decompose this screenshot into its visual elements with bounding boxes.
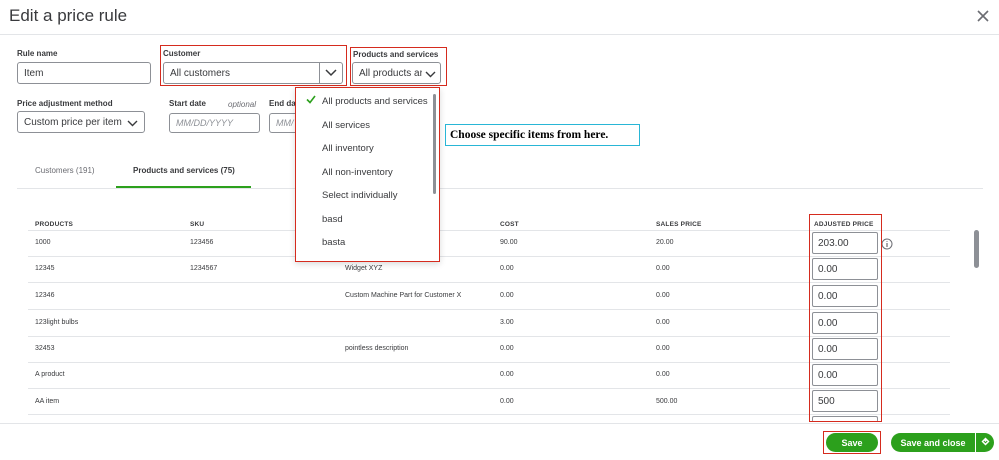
cell-product: 123light bulbs (35, 319, 79, 326)
table-scrollbar[interactable] (974, 230, 979, 268)
end-date-label: End da (269, 99, 296, 108)
checkmark-icon (306, 95, 316, 107)
cell-product: 1000 (35, 239, 51, 246)
products-select[interactable]: All products ar (352, 62, 441, 84)
customer-label: Customer (163, 49, 201, 58)
info-icon[interactable] (881, 237, 893, 250)
cell-product: 12345 (35, 265, 55, 272)
cell-sales-price: 0.00 (656, 292, 670, 299)
customer-value: All customers (170, 67, 231, 79)
annotation-callout: Choose specific items from here. (445, 124, 640, 146)
cell-cost: 0.00 (500, 371, 514, 378)
cell-cost: 90.00 (500, 239, 518, 246)
cell-sales-price: 500.00 (656, 398, 678, 405)
menu-item-basd[interactable]: basd (322, 214, 343, 225)
header-divider (0, 34, 999, 35)
tab-customers[interactable]: Customers (191) (35, 166, 95, 175)
col-header-sku: SKU (190, 221, 205, 228)
cell-sales-price: 0.00 (656, 265, 670, 272)
rule-name-value: Item (24, 67, 44, 79)
menu-item-all-non-inventory[interactable]: All non-inventory (322, 167, 393, 178)
menu-item-basta[interactable]: basta (322, 237, 345, 248)
start-date-optional: optional (228, 100, 257, 109)
menu-item-all-products-services[interactable]: All products and services (322, 96, 428, 107)
chevron-down-icon (127, 119, 138, 130)
save-button[interactable]: Save (826, 433, 878, 452)
adjusted-price-highlight (809, 214, 882, 422)
save-and-close-button[interactable]: Save and close (891, 433, 975, 452)
products-dropdown-menu: All products and services All services A… (295, 87, 440, 262)
cell-sales-price: 0.00 (656, 319, 670, 326)
save-options-button[interactable] (976, 433, 994, 452)
cell-product: 32453 (35, 345, 55, 352)
menu-item-all-inventory[interactable]: All inventory (322, 143, 374, 154)
close-icon[interactable] (975, 8, 991, 24)
menu-item-all-services[interactable]: All services (322, 120, 370, 131)
cell-cost: 0.00 (500, 292, 514, 299)
cell-sales-price: 0.00 (656, 345, 670, 352)
cell-cost: 0.00 (500, 265, 514, 272)
cell-description: pointless description (345, 345, 409, 352)
products-value: All products ar (359, 67, 422, 79)
chevron-down-icon (319, 63, 342, 83)
cell-product: AA item (35, 398, 60, 405)
col-header-products: PRODUCTS (35, 221, 74, 228)
tabs-divider (17, 188, 983, 189)
start-date-placeholder: MM/DD/YYYY (176, 118, 234, 128)
menu-item-select-individually[interactable]: Select individually (322, 190, 398, 201)
cell-cost: 0.00 (500, 398, 514, 405)
price-method-value: Custom price per item (24, 116, 122, 128)
cell-sales-price: 0.00 (656, 371, 670, 378)
cell-cost: 0.00 (500, 345, 514, 352)
dialog-title: Edit a price rule (9, 6, 128, 25)
price-method-label: Price adjustment method (17, 99, 113, 108)
end-date-placeholder: MM/ (276, 118, 294, 128)
cell-product: A product (35, 371, 65, 378)
cell-sku: 1234567 (190, 265, 218, 272)
cell-product: 12346 (35, 292, 55, 299)
cell-sales-price: 20.00 (656, 239, 674, 246)
chevron-down-icon (425, 70, 436, 81)
tab-products-services[interactable]: Products and services (75) (133, 166, 235, 175)
products-label: Products and services (353, 50, 439, 59)
price-method-select[interactable]: Custom price per item (17, 111, 145, 133)
menu-scrollbar[interactable] (433, 94, 436, 194)
cell-cost: 3.00 (500, 319, 514, 326)
cell-sku: 123456 (190, 239, 214, 246)
rule-name-input[interactable]: Item (17, 62, 151, 84)
footer-divider (0, 423, 999, 424)
diamond-chevron-icon (981, 437, 990, 448)
start-date-label: Start date (169, 99, 206, 108)
cell-description: Widget XYZ (345, 265, 383, 272)
rule-name-label: Rule name (17, 49, 58, 58)
start-date-input[interactable]: MM/DD/YYYY (169, 113, 260, 133)
cell-description: Custom Machine Part for Customer X (345, 292, 462, 299)
customer-select[interactable]: All customers (163, 62, 343, 84)
col-header-cost: COST (500, 221, 519, 228)
col-header-sales-price: SALES PRICE (656, 221, 702, 228)
